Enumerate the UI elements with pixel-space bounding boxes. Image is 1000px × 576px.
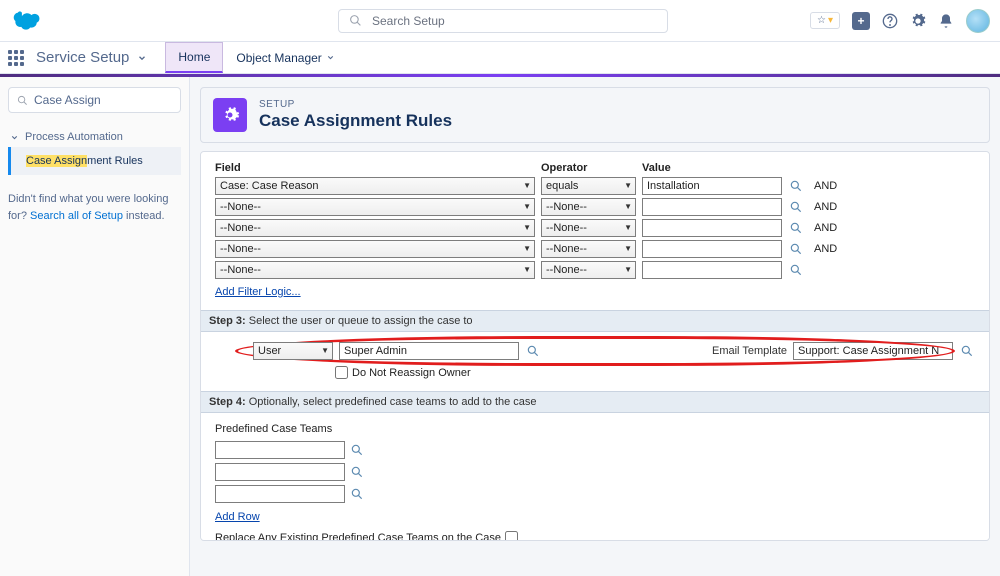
criteria-field-select[interactable]: --None--: [215, 240, 535, 258]
team-input[interactable]: [215, 441, 345, 459]
criteria-header-row: Field Operator Value: [215, 162, 975, 177]
quickfind-tip: Didn't find what you were looking for? S…: [8, 191, 181, 224]
and-label: AND: [814, 180, 854, 192]
lookup-icon[interactable]: [349, 464, 365, 480]
criteria-row: --None-- --None-- AND: [215, 198, 975, 216]
and-label: AND: [814, 222, 854, 234]
global-search[interactable]: Search Setup: [338, 9, 668, 33]
header-utilities: ☆▾ +: [810, 9, 990, 33]
app-launcher-icon[interactable]: [8, 50, 24, 66]
team-input[interactable]: [215, 485, 345, 503]
lookup-icon[interactable]: [349, 486, 365, 502]
tree-section-header[interactable]: Process Automation: [8, 127, 181, 147]
criteria-row: --None-- --None-- AND: [215, 240, 975, 258]
notifications-bell-icon[interactable]: [938, 13, 954, 29]
app-name: Service Setup: [36, 49, 129, 66]
criteria-operator-select[interactable]: --None--: [541, 240, 636, 258]
col-value: Value: [642, 162, 812, 174]
chevron-down-icon: [326, 53, 335, 62]
lookup-icon[interactable]: [788, 241, 804, 257]
criteria-value-input[interactable]: [642, 198, 782, 216]
tab-object-manager[interactable]: Object Manager: [223, 43, 347, 73]
quickfind-search[interactable]: [8, 87, 181, 113]
gear-icon: [213, 98, 247, 132]
main-content: SETUP Case Assignment Rules Field Operat…: [190, 77, 1000, 576]
step4-header: Step 4: Optionally, select predefined ca…: [201, 391, 989, 413]
criteria-operator-select[interactable]: equals: [541, 177, 636, 195]
global-header: Search Setup ☆▾ +: [0, 0, 1000, 42]
favorites-pill[interactable]: ☆▾: [810, 12, 840, 29]
user-avatar[interactable]: [966, 9, 990, 33]
and-label: AND: [814, 243, 854, 255]
criteria-field-select[interactable]: --None--: [215, 261, 535, 279]
criteria-row: Case: Case Reason equals AND: [215, 177, 975, 195]
teams-label: Predefined Case Teams: [215, 423, 975, 435]
email-template-label: Email Template: [712, 345, 787, 357]
email-template-input[interactable]: [793, 342, 953, 360]
add-filter-logic-link[interactable]: Add Filter Logic...: [215, 286, 301, 298]
add-row-link[interactable]: Add Row: [215, 511, 260, 523]
settings-gear-icon[interactable]: [910, 13, 926, 29]
criteria-operator-select[interactable]: --None--: [541, 219, 636, 237]
rule-entry-form: Field Operator Value Case: Case Reason eq…: [200, 151, 990, 541]
criteria-field-select[interactable]: --None--: [215, 219, 535, 237]
and-label: AND: [814, 201, 854, 213]
lookup-icon[interactable]: [788, 199, 804, 215]
do-not-reassign-row: Do Not Reassign Owner: [335, 366, 975, 379]
criteria-row: --None-- --None--: [215, 261, 975, 279]
criteria-operator-select[interactable]: --None--: [541, 261, 636, 279]
team-input[interactable]: [215, 463, 345, 481]
lookup-icon[interactable]: [959, 343, 975, 359]
step3-row: User Email Template: [215, 342, 975, 360]
quickfind-input[interactable]: [34, 93, 172, 107]
assignee-type-select[interactable]: User: [253, 342, 333, 360]
tab-home[interactable]: Home: [165, 42, 223, 73]
page-title: Case Assignment Rules: [259, 111, 452, 131]
criteria-value-input[interactable]: [642, 219, 782, 237]
criteria-value-input[interactable]: [642, 177, 782, 195]
assignee-name-input[interactable]: [339, 342, 519, 360]
app-menu-chevron-icon[interactable]: [137, 53, 147, 63]
setup-sidebar: Process Automation Case Assignment Rules…: [0, 77, 190, 576]
col-field: Field: [215, 162, 535, 174]
context-nav: Service Setup Home Object Manager: [0, 42, 1000, 74]
step3-header: Step 3: Select the user or queue to assi…: [201, 310, 989, 332]
replace-teams-row: Replace Any Existing Predefined Case Tea…: [215, 531, 975, 541]
help-icon[interactable]: [882, 13, 898, 29]
global-search-placeholder: Search Setup: [372, 14, 445, 28]
criteria-value-input[interactable]: [642, 261, 782, 279]
lookup-icon[interactable]: [349, 442, 365, 458]
team-row: [215, 485, 975, 503]
create-menu[interactable]: +: [852, 12, 870, 30]
team-row: [215, 441, 975, 459]
criteria-field-select[interactable]: Case: Case Reason: [215, 177, 535, 195]
do-not-reassign-checkbox[interactable]: [335, 366, 348, 379]
lookup-icon[interactable]: [788, 220, 804, 236]
replace-teams-checkbox[interactable]: [505, 531, 518, 541]
search-all-setup-link[interactable]: Search all of Setup: [30, 210, 123, 222]
lookup-icon[interactable]: [788, 178, 804, 194]
lookup-icon[interactable]: [525, 343, 541, 359]
lookup-icon[interactable]: [788, 262, 804, 278]
page-header: SETUP Case Assignment Rules: [200, 87, 990, 143]
search-icon: [349, 14, 362, 27]
criteria-field-select[interactable]: --None--: [215, 198, 535, 216]
criteria-operator-select[interactable]: --None--: [541, 198, 636, 216]
criteria-value-input[interactable]: [642, 240, 782, 258]
tree-item-case-assignment-rules[interactable]: Case Assignment Rules: [8, 147, 181, 175]
salesforce-logo: [10, 8, 48, 34]
criteria-row: --None-- --None-- AND: [215, 219, 975, 237]
team-row: [215, 463, 975, 481]
chevron-down-icon: [10, 133, 19, 142]
page-eyebrow: SETUP: [259, 99, 452, 110]
search-icon: [17, 95, 28, 106]
col-operator: Operator: [541, 162, 636, 174]
